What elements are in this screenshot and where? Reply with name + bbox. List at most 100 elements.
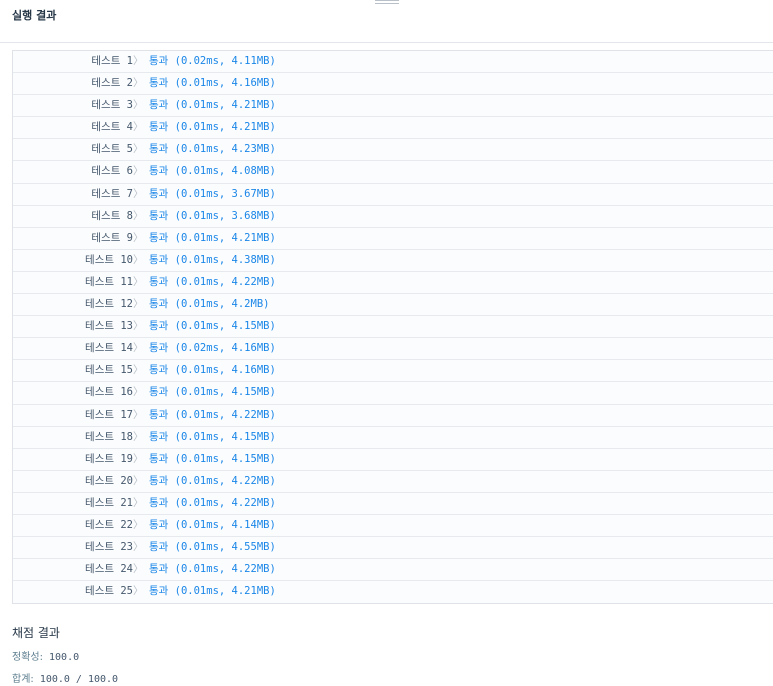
panel-header: 실행 결과 xyxy=(0,0,773,43)
test-result-text: 통과 (0.01ms, 4.21MB) xyxy=(149,585,276,598)
test-result-row: 테스트 12 〉 통과 (0.01ms, 4.2MB) xyxy=(13,294,773,317)
test-name: 테스트 11 xyxy=(85,275,133,288)
chevron-right-icon: 〉 xyxy=(133,563,144,576)
test-result-text: 통과 (0.01ms, 4.15MB) xyxy=(149,430,276,443)
test-result-text: 통과 (0.01ms, 4.15MB) xyxy=(149,386,276,399)
test-results-list[interactable]: 테스트 1 〉 통과 (0.02ms, 4.11MB) 테스트 2 〉 통과 (0.01m… xyxy=(12,50,773,604)
test-name: 테스트 2 xyxy=(91,77,133,90)
test-result-row: 테스트 19 〉 통과 (0.01ms, 4.15MB) xyxy=(13,449,773,471)
test-result-row: 테스트 23 〉 통과 (0.01ms, 4.55MB) xyxy=(13,537,773,560)
total-value: 100.0 / 100.0 xyxy=(39,674,119,685)
test-result-row: 테스트 15 〉 통과 (0.01ms, 4.16MB) xyxy=(13,360,773,383)
test-result-text: 통과 (0.01ms, 4.16MB) xyxy=(149,364,276,377)
execution-result-panel: 실행 결과 테스트 1 〉 통과 (0.02ms, 4.11MB) 테스트 2 〉 통과 … xyxy=(0,0,773,686)
total-label: 합계: xyxy=(12,674,34,685)
test-result-row: 테스트 21 〉 통과 (0.01ms, 4.22MB) xyxy=(13,493,773,515)
test-name: 테스트 7 xyxy=(91,187,133,200)
test-result-row: 테스트 4 〉 통과 (0.01ms, 4.21MB) xyxy=(13,117,773,140)
total-line: 합계: 100.0 / 100.0 xyxy=(12,670,118,685)
test-result-text: 통과 (0.01ms, 4.23MB) xyxy=(149,143,276,156)
test-name: 테스트 3 xyxy=(91,99,133,112)
test-result-text: 통과 (0.01ms, 4.2MB) xyxy=(149,298,270,311)
chevron-right-icon: 〉 xyxy=(133,452,144,465)
test-result-row: 테스트 13 〉 통과 (0.01ms, 4.15MB) xyxy=(13,316,773,339)
test-name: 테스트 13 xyxy=(85,320,133,333)
chevron-right-icon: 〉 xyxy=(133,187,144,200)
test-name: 테스트 1 xyxy=(91,55,133,67)
test-result-row: 테스트 17 〉 통과 (0.01ms, 4.22MB) xyxy=(13,405,773,427)
test-name: 테스트 20 xyxy=(85,474,133,487)
test-result-row: 테스트 6 〉 통과 (0.01ms, 4.08MB) xyxy=(13,161,773,184)
test-result-text: 통과 (0.02ms, 4.11MB) xyxy=(149,55,276,67)
chevron-right-icon: 〉 xyxy=(133,496,144,509)
test-result-row: 테스트 16 〉 통과 (0.01ms, 4.15MB) xyxy=(13,382,773,405)
test-result-text: 통과 (0.01ms, 4.08MB) xyxy=(149,165,276,178)
test-name: 테스트 4 xyxy=(91,121,133,134)
test-result-row: 테스트 8 〉 통과 (0.01ms, 3.68MB) xyxy=(13,206,773,228)
test-result-row: 테스트 3 〉 통과 (0.01ms, 4.21MB) xyxy=(13,95,773,118)
test-result-text: 통과 (0.01ms, 4.15MB) xyxy=(149,452,276,465)
test-result-text: 통과 (0.01ms, 3.67MB) xyxy=(149,187,276,200)
test-name: 테스트 8 xyxy=(91,209,133,222)
test-result-row: 테스트 5 〉 통과 (0.01ms, 4.23MB) xyxy=(13,139,773,162)
test-result-row: 테스트 2 〉 통과 (0.01ms, 4.16MB) xyxy=(13,73,773,96)
test-result-row: 테스트 1 〉 통과 (0.02ms, 4.11MB) xyxy=(13,51,773,74)
chevron-right-icon: 〉 xyxy=(133,541,144,554)
test-result-text: 통과 (0.01ms, 4.22MB) xyxy=(149,496,276,509)
test-result-row: 테스트 11 〉 통과 (0.01ms, 4.22MB) xyxy=(13,272,773,295)
test-result-text: 통과 (0.02ms, 4.16MB) xyxy=(149,342,276,355)
accuracy-value: 100.0 xyxy=(49,652,80,663)
test-result-text: 통과 (0.01ms, 4.21MB) xyxy=(149,99,276,112)
test-name: 테스트 16 xyxy=(85,386,133,399)
test-name: 테스트 10 xyxy=(85,253,133,266)
test-result-row: 테스트 20 〉 통과 (0.01ms, 4.22MB) xyxy=(13,471,773,493)
test-name: 테스트 25 xyxy=(85,585,133,598)
test-name: 테스트 15 xyxy=(85,364,133,377)
test-name: 테스트 17 xyxy=(85,408,133,421)
test-name: 테스트 19 xyxy=(85,452,133,465)
test-result-text: 통과 (0.01ms, 4.22MB) xyxy=(149,408,276,421)
chevron-right-icon: 〉 xyxy=(133,253,144,266)
chevron-right-icon: 〉 xyxy=(133,77,144,90)
test-result-text: 통과 (0.01ms, 4.15MB) xyxy=(149,320,276,333)
test-result-text: 통과 (0.01ms, 4.55MB) xyxy=(149,541,276,554)
chevron-right-icon: 〉 xyxy=(133,518,144,531)
test-result-text: 통과 (0.01ms, 4.38MB) xyxy=(149,253,276,266)
test-name: 테스트 22 xyxy=(85,518,133,531)
test-result-text: 통과 (0.01ms, 4.22MB) xyxy=(149,563,276,576)
chevron-right-icon: 〉 xyxy=(133,386,144,399)
test-name: 테스트 12 xyxy=(85,298,133,311)
chevron-right-icon: 〉 xyxy=(133,143,144,156)
test-result-row: 테스트 10 〉 통과 (0.01ms, 4.38MB) xyxy=(13,250,773,272)
test-name: 테스트 24 xyxy=(85,563,133,576)
chevron-right-icon: 〉 xyxy=(133,430,144,443)
test-name: 테스트 18 xyxy=(85,430,133,443)
chevron-right-icon: 〉 xyxy=(133,342,144,355)
chevron-right-icon: 〉 xyxy=(133,474,144,487)
chevron-right-icon: 〉 xyxy=(133,121,144,134)
chevron-right-icon: 〉 xyxy=(133,585,144,598)
test-name: 테스트 23 xyxy=(85,541,133,554)
accuracy-label: 정확성: xyxy=(12,652,43,663)
chevron-right-icon: 〉 xyxy=(133,364,144,377)
chevron-right-icon: 〉 xyxy=(133,165,144,178)
test-result-text: 통과 (0.01ms, 4.16MB) xyxy=(149,77,276,90)
test-result-row: 테스트 24 〉 통과 (0.01ms, 4.22MB) xyxy=(13,559,773,582)
chevron-right-icon: 〉 xyxy=(133,320,144,333)
chevron-right-icon: 〉 xyxy=(133,99,144,112)
test-result-row: 테스트 14 〉 통과 (0.02ms, 4.16MB) xyxy=(13,338,773,361)
chevron-right-icon: 〉 xyxy=(133,55,144,67)
test-name: 테스트 14 xyxy=(85,342,133,355)
test-name: 테스트 6 xyxy=(91,165,133,178)
test-result-text: 통과 (0.01ms, 4.22MB) xyxy=(149,474,276,487)
chevron-right-icon: 〉 xyxy=(133,298,144,311)
test-result-text: 통과 (0.01ms, 4.21MB) xyxy=(149,121,276,134)
chevron-right-icon: 〉 xyxy=(133,408,144,421)
test-result-text: 통과 (0.01ms, 4.22MB) xyxy=(149,275,276,288)
chevron-right-icon: 〉 xyxy=(133,275,144,288)
chevron-right-icon: 〉 xyxy=(133,231,144,244)
test-name: 테스트 21 xyxy=(85,496,133,509)
test-result-text: 통과 (0.01ms, 3.68MB) xyxy=(149,209,276,222)
test-name: 테스트 5 xyxy=(91,143,133,156)
accuracy-line: 정확성: 100.0 xyxy=(12,648,79,663)
